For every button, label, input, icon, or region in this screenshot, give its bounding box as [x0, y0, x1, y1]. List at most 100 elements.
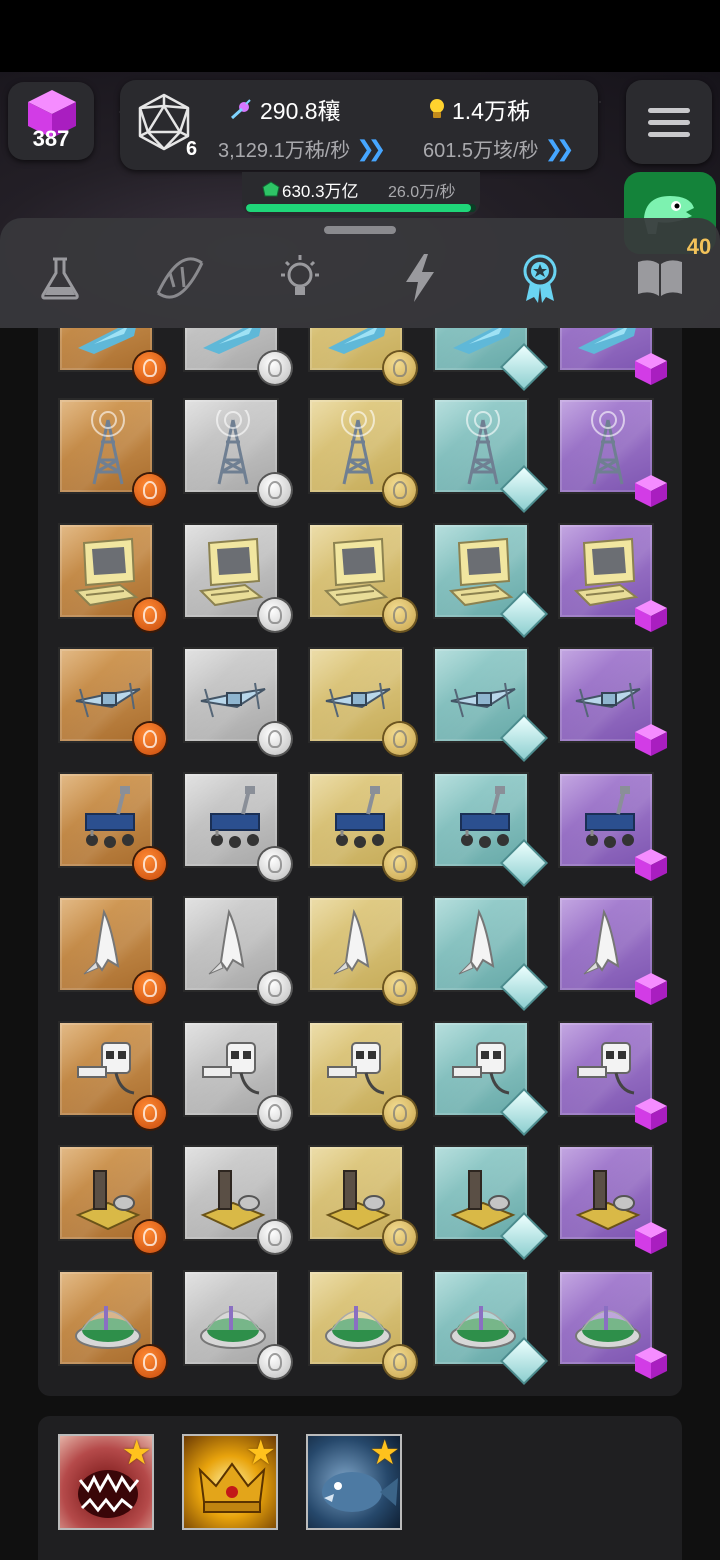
orange-bulb-badge-icon	[134, 723, 166, 755]
d20-count: 6	[186, 138, 198, 160]
orange-bulb-badge-icon	[134, 598, 166, 631]
orange-bulb-badge-icon	[134, 352, 166, 384]
space-shuttle-bronze-achievement[interactable]	[58, 896, 166, 1004]
cube-count: 387	[32, 126, 70, 151]
tab-ideas[interactable]	[270, 248, 330, 308]
double-chevron-icon: ❯❯	[544, 135, 575, 161]
rover-gold-achievement[interactable]	[308, 771, 416, 880]
dome-city-icon	[450, 1305, 516, 1349]
gold-bulb-badge-icon	[384, 1221, 416, 1253]
computer-amethyst-achievement[interactable]	[558, 522, 667, 632]
magenta-cube-badge-icon	[635, 475, 667, 507]
green-gem-icon	[262, 180, 280, 196]
radio-tower-icon	[341, 410, 375, 485]
observatory-icon	[325, 1170, 391, 1231]
robot-silver-achievement[interactable]	[183, 1020, 291, 1129]
starship-diamond-achievement[interactable]	[433, 328, 546, 389]
radio-tower-gold-achievement[interactable]	[308, 398, 416, 506]
star-icon: ★	[121, 1434, 152, 1472]
ideas-stat: 1.4万秭	[428, 92, 530, 126]
orange-bulb-badge-icon	[134, 1221, 166, 1253]
satellite-diamond-achievement[interactable]	[433, 647, 546, 760]
gold-bulb-badge-icon	[384, 1096, 416, 1129]
flask-icon	[41, 257, 79, 300]
starship-icon	[578, 328, 636, 354]
starship-gold-achievement[interactable]	[308, 328, 416, 384]
space-shuttle-gold-achievement[interactable]	[308, 896, 416, 1004]
achievement-grid	[38, 328, 682, 1396]
starship-bronze-achievement[interactable]	[58, 328, 166, 384]
computer-icon	[574, 537, 639, 606]
radio-tower-icon	[91, 410, 125, 485]
radio-tower-amethyst-achievement[interactable]	[558, 398, 667, 507]
boss-shark-card[interactable]: ★	[58, 1434, 154, 1530]
boss-fish-card[interactable]: ★	[306, 1434, 402, 1530]
rover-amethyst-achievement[interactable]	[558, 771, 667, 881]
rover-diamond-achievement[interactable]	[433, 771, 546, 884]
dome-city-diamond-achievement[interactable]	[433, 1269, 546, 1382]
satellite-amethyst-achievement[interactable]	[558, 647, 667, 756]
space-shuttle-amethyst-achievement[interactable]	[558, 896, 667, 1005]
radio-tower-icon	[591, 410, 625, 485]
computer-gold-achievement[interactable]	[308, 522, 416, 631]
white-bulb-badge-icon	[259, 723, 291, 755]
satellite-icon	[450, 682, 516, 718]
starship-amethyst-achievement[interactable]	[558, 328, 667, 385]
particles-rate-value: 3,129.1万秭/秒	[218, 140, 351, 162]
robot-diamond-achievement[interactable]	[433, 1020, 546, 1133]
boss-crown-card[interactable]: ★	[182, 1434, 278, 1530]
tab-science[interactable]	[30, 248, 90, 308]
robot-icon	[577, 1041, 635, 1094]
observatory-amethyst-achievement[interactable]	[558, 1145, 667, 1254]
dome-city-bronze-achievement[interactable]	[58, 1269, 166, 1378]
starship-silver-achievement[interactable]	[183, 328, 291, 384]
radio-tower-silver-achievement[interactable]	[183, 398, 291, 506]
gold-bulb-badge-icon	[384, 723, 416, 755]
dome-city-icon	[200, 1305, 266, 1349]
tab-power[interactable]	[390, 248, 450, 308]
white-bulb-badge-icon	[259, 1096, 291, 1129]
satellite-gold-achievement[interactable]	[308, 647, 416, 755]
observatory-icon	[450, 1170, 516, 1231]
drag-handle[interactable]	[324, 226, 396, 234]
dome-city-icon	[75, 1305, 141, 1349]
robot-gold-achievement[interactable]	[308, 1020, 416, 1129]
gem-progress-bar[interactable]: 630.3万亿 26.0万/秒	[242, 172, 480, 216]
observatory-silver-achievement[interactable]	[183, 1145, 291, 1253]
achievement-row-starship	[58, 328, 678, 389]
observatory-diamond-achievement[interactable]	[433, 1145, 546, 1258]
dome-city-amethyst-achievement[interactable]	[558, 1269, 667, 1379]
rover-bronze-achievement[interactable]	[58, 771, 166, 880]
cube-currency-button[interactable]: 387	[8, 82, 94, 160]
radio-tower-bronze-achievement[interactable]	[58, 398, 166, 506]
tab-dna[interactable]	[150, 248, 210, 308]
double-chevron-icon: ❯❯	[356, 135, 386, 161]
space-shuttle-silver-achievement[interactable]	[183, 896, 291, 1004]
observatory-bronze-achievement[interactable]	[58, 1145, 166, 1253]
observatory-gold-achievement[interactable]	[308, 1145, 416, 1253]
space-shuttle-diamond-achievement[interactable]	[433, 896, 546, 1009]
magenta-cube-badge-icon	[635, 353, 667, 385]
hamburger-menu-button[interactable]	[626, 80, 712, 164]
rover-silver-achievement[interactable]	[183, 771, 291, 880]
radio-tower-diamond-achievement[interactable]	[433, 398, 546, 511]
satellite-silver-achievement[interactable]	[183, 647, 291, 755]
achievement-row-observatory	[58, 1145, 678, 1258]
magenta-cube-badge-icon	[635, 599, 667, 632]
gem-value: 630.3万亿	[282, 182, 359, 201]
starship-icon	[78, 328, 136, 354]
computer-diamond-achievement[interactable]	[433, 522, 546, 635]
resource-stats-panel[interactable]: 6 290.8穰 3,129.1万秭/秒 ❯❯ 1.4万秭 601.5万垓/秒 …	[120, 80, 598, 170]
gold-bulb-badge-icon	[384, 352, 416, 384]
tab-achievements[interactable]	[510, 248, 570, 308]
robot-amethyst-achievement[interactable]	[558, 1020, 667, 1130]
rover-icon	[210, 785, 260, 848]
computer-silver-achievement[interactable]	[183, 522, 291, 631]
robot-bronze-achievement[interactable]	[58, 1020, 166, 1129]
dome-city-gold-achievement[interactable]	[308, 1269, 416, 1378]
particles-value: 290.8穰	[260, 98, 341, 124]
satellite-bronze-achievement[interactable]	[58, 647, 166, 755]
orange-bulb-badge-icon	[134, 474, 166, 506]
dome-city-silver-achievement[interactable]	[183, 1269, 291, 1378]
computer-bronze-achievement[interactable]	[58, 522, 166, 631]
